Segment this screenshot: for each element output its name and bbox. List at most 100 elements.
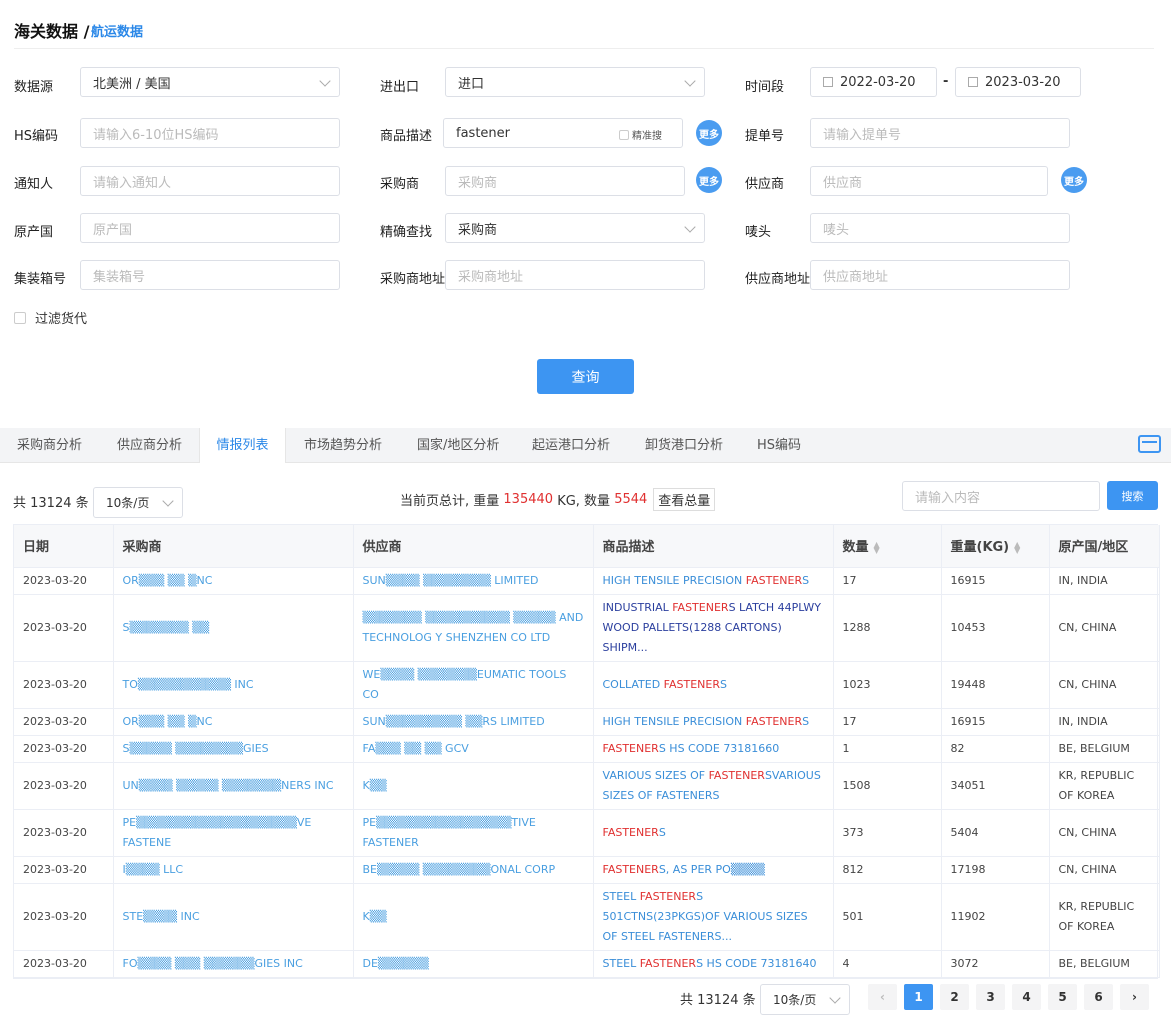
table-row[interactable]: 2023-03-20 OR▒▒▒ ▒▒ ▒NC SUN▒▒▒▒ ▒▒▒▒▒▒▒▒ L…	[14, 567, 1160, 595]
container-input[interactable]: 集装箱号	[80, 260, 340, 290]
table-row[interactable]: 2023-03-20 FO▒▒▒▒ ▒▒▒ ▒▒▒▒▒▒GIES INC DE▒▒▒…	[14, 950, 1160, 978]
pagination-page-size-value: 10条/页	[773, 993, 817, 1007]
cell-buyer[interactable]: OR▒▒▒ ▒▒ ▒NC	[113, 708, 354, 736]
page-button[interactable]: 2	[940, 984, 969, 1010]
card-view-icon[interactable]	[1138, 435, 1161, 453]
next-page-button[interactable]: ›	[1120, 984, 1149, 1010]
cell-description: STEEL FASTENERS HS CODE 73181640	[593, 950, 834, 978]
table-row[interactable]: 2023-03-20 PE▒▒▒▒▒▒▒▒▒▒▒▒▒▒▒▒▒▒▒VE FASTEN…	[14, 809, 1160, 857]
page-button[interactable]: 1	[904, 984, 933, 1010]
table-row[interactable]: 2023-03-20 UN▒▒▒▒ ▒▒▒▒▒ ▒▒▒▒▒▒▒NERS INC K▒…	[14, 762, 1160, 810]
table-row[interactable]: 2023-03-20 S▒▒▒▒▒▒▒ ▒▒ ▒▒▒▒▒▒▒ ▒▒▒▒▒▒▒▒▒▒ …	[14, 594, 1160, 662]
table-row[interactable]: 2023-03-20 S▒▒▒▒▒ ▒▒▒▒▒▒▒▒GIES FA▒▒▒ ▒▒ ▒▒…	[14, 735, 1160, 763]
tab-supplier-analysis[interactable]: 供应商分析	[117, 428, 182, 463]
cell-buyer[interactable]: PE▒▒▒▒▒▒▒▒▒▒▒▒▒▒▒▒▒▒▒VE FASTENE	[113, 809, 354, 857]
cell-description: INDUSTRIAL FASTENERS LATCH 44PLWY WOOD P…	[593, 594, 834, 662]
cell-supplier[interactable]: FA▒▒▒ ▒▒ ▒▒ GCV	[353, 735, 594, 763]
table-row[interactable]: 2023-03-20 OR▒▒▒ ▒▒ ▒NC SUN▒▒▒▒▒▒▒▒▒ ▒▒RS …	[14, 708, 1160, 736]
exact-find-select[interactable]: 采购商	[445, 213, 705, 243]
cell-supplier[interactable]: WE▒▒▒▒ ▒▒▒▒▒▒▒EUMATIC TOOLS CO	[353, 661, 594, 709]
notify-label: 通知人	[14, 177, 54, 192]
buyer-input[interactable]: 采购商	[445, 166, 685, 196]
mark-input[interactable]: 唛头	[810, 213, 1070, 243]
prev-page-button[interactable]: ‹	[868, 984, 897, 1010]
more-button[interactable]: 更多	[696, 167, 722, 193]
cell-date: 2023-03-20	[14, 950, 114, 978]
cell-supplier[interactable]: K▒▒	[353, 883, 594, 951]
cell-supplier[interactable]: SUN▒▒▒▒▒▒▒▒▒ ▒▒RS LIMITED	[353, 708, 594, 736]
data-source-select[interactable]: 北美洲 / 美国	[80, 67, 340, 97]
supplier-address-input[interactable]: 供应商地址	[810, 260, 1070, 290]
more-button[interactable]: 更多	[696, 120, 722, 146]
summary-weight-unit: KG, 数量	[557, 494, 611, 509]
table-row[interactable]: 2023-03-20 STE▒▒▒▒ INC K▒▒ STEEL FASTENERS …	[14, 883, 1160, 951]
keyword-highlight: FASTENER	[745, 714, 803, 728]
query-button[interactable]: 查询	[537, 359, 634, 394]
tab-buyer-analysis[interactable]: 采购商分析	[17, 428, 82, 463]
col-qty[interactable]: 数量 ▲ ▼	[833, 525, 942, 568]
cell-buyer[interactable]: S▒▒▒▒▒▒▒ ▒▒	[113, 594, 354, 662]
more-button[interactable]: 更多	[1061, 167, 1087, 193]
tab-market-trend[interactable]: 市场趋势分析	[304, 428, 382, 463]
tab-departure-port[interactable]: 起运港口分析	[532, 428, 610, 463]
tab-arrival-port[interactable]: 卸货港口分析	[645, 428, 723, 463]
bill-no-input[interactable]: 请输入提单号	[810, 118, 1070, 148]
product-desc-input[interactable]: fastener 精准搜	[443, 118, 683, 148]
notify-input[interactable]: 请输入通知人	[80, 166, 340, 196]
cell-qty: 1023	[833, 661, 942, 709]
cell-date: 2023-03-20	[14, 809, 114, 857]
tab-country-analysis[interactable]: 国家/地区分析	[417, 428, 499, 463]
table-row[interactable]: 2023-03-20 TO▒▒▒▒▒▒▒▒▒▒▒ INC WE▒▒▒▒ ▒▒▒▒▒▒…	[14, 661, 1160, 709]
col-buyer: 采购商	[113, 525, 354, 568]
tab-hs-code[interactable]: HS编码	[757, 428, 801, 463]
tab-intel-list[interactable]: 情报列表	[199, 428, 286, 463]
filter-forwarder-checkbox[interactable]	[14, 311, 26, 324]
supplier-input[interactable]: 供应商	[810, 166, 1048, 196]
desc-text: STEEL	[602, 956, 640, 970]
cell-buyer[interactable]: FO▒▒▒▒ ▒▒▒ ▒▒▒▒▒▒GIES INC	[113, 950, 354, 978]
keyword-highlight: FASTENER	[708, 768, 765, 782]
exact-search-checkbox[interactable]	[619, 129, 629, 140]
cell-supplier[interactable]: K▒▒	[353, 762, 594, 810]
cell-weight: 82	[941, 735, 1050, 763]
sort-icon[interactable]: ▲ ▼	[874, 540, 880, 554]
analysis-tabs: 采购商分析 供应商分析 情报列表 市场趋势分析 国家/地区分析 起运港口分析 卸…	[0, 428, 1171, 463]
cell-buyer[interactable]: I▒▒▒▒ LLC	[113, 856, 354, 884]
page-title: 海关数据 /	[14, 22, 90, 41]
cell-supplier[interactable]: ▒▒▒▒▒▒▒ ▒▒▒▒▒▒▒▒▒▒ ▒▒▒▒▒ AND TECHNOLOG Y…	[353, 594, 594, 662]
end-date-input[interactable]: 2023-03-20	[955, 67, 1081, 97]
cell-supplier[interactable]: BE▒▒▒▒▒ ▒▒▒▒▒▒▒▒ONAL CORP	[353, 856, 594, 884]
results-table: 日期 采购商 供应商 商品描述 数量 ▲ ▼ 重量(KG) ▲ ▼ 原产国/地区 202…	[13, 524, 1160, 979]
mark-label: 唛头	[745, 225, 772, 240]
cell-buyer[interactable]: TO▒▒▒▒▒▒▒▒▒▒▒ INC	[113, 661, 354, 709]
cell-supplier[interactable]: PE▒▒▒▒▒▒▒▒▒▒▒▒▒▒▒▒TIVE FASTENER	[353, 809, 594, 857]
page-button[interactable]: 6	[1084, 984, 1113, 1010]
filter-forwarder-option[interactable]: 过滤货代	[14, 308, 87, 327]
page-subtitle-link[interactable]: 航运数据	[91, 21, 143, 40]
desc-text: INDUSTRIAL	[602, 600, 673, 614]
cell-supplier[interactable]: SUN▒▒▒▒ ▒▒▒▒▒▒▒▒ LIMITED	[353, 567, 594, 595]
table-row[interactable]: 2023-03-20 I▒▒▒▒ LLC BE▒▒▒▒▒ ▒▒▒▒▒▒▒▒ONAL …	[14, 856, 1160, 884]
cell-buyer[interactable]: STE▒▒▒▒ INC	[113, 883, 354, 951]
keyword-highlight: FASTENER	[639, 889, 697, 903]
import-export-select[interactable]: 进口	[445, 67, 705, 97]
sort-icon[interactable]: ▲ ▼	[1014, 540, 1020, 554]
buyer-address-input[interactable]: 采购商地址	[445, 260, 705, 290]
col-weight[interactable]: 重量(KG) ▲ ▼	[941, 525, 1050, 568]
page-button[interactable]: 5	[1048, 984, 1077, 1010]
origin-input[interactable]: 原产国	[80, 213, 340, 243]
search-button[interactable]: 搜索	[1107, 481, 1158, 510]
cell-buyer[interactable]: S▒▒▒▒▒ ▒▒▒▒▒▒▒▒GIES	[113, 735, 354, 763]
pagination-page-size[interactable]: 10条/页	[760, 984, 850, 1015]
page-button[interactable]: 3	[976, 984, 1005, 1010]
cell-buyer[interactable]: UN▒▒▒▒ ▒▒▒▒▒ ▒▒▒▒▒▒▒NERS INC	[113, 762, 354, 810]
table-search-input[interactable]: 请输入内容	[902, 481, 1100, 511]
page-size-select[interactable]: 10条/页	[93, 487, 183, 518]
hs-code-input[interactable]: 请输入6-10位HS编码	[80, 118, 340, 148]
exact-search-toggle[interactable]: 精准搜	[619, 127, 662, 142]
view-total-button[interactable]: 查看总量	[653, 488, 716, 511]
cell-buyer[interactable]: OR▒▒▒ ▒▒ ▒NC	[113, 567, 354, 595]
start-date-input[interactable]: 2022-03-20	[810, 67, 937, 97]
cell-supplier[interactable]: DE▒▒▒▒▒▒	[353, 950, 594, 978]
page-button[interactable]: 4	[1012, 984, 1041, 1010]
